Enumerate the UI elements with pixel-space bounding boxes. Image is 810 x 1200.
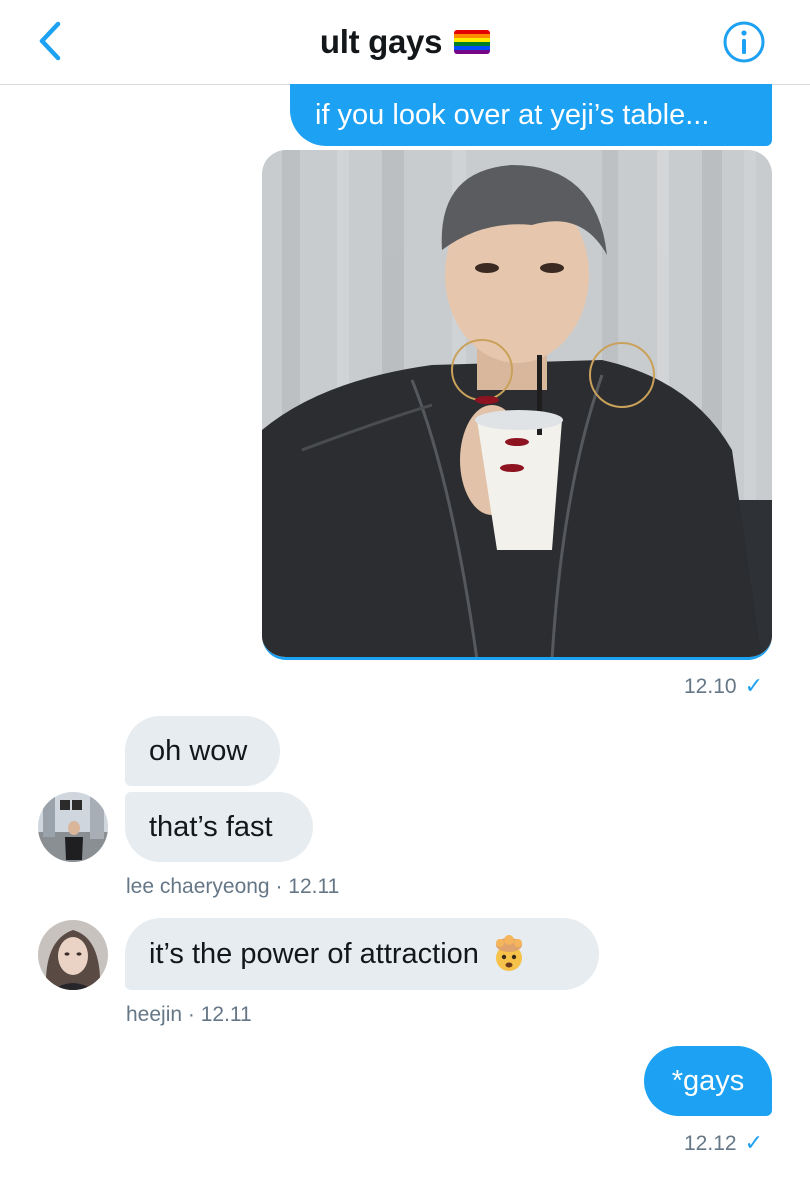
title-area: ult gays [0, 0, 810, 84]
incoming-message-bubble[interactable]: oh wow [125, 716, 280, 786]
incoming-message-bubble[interactable]: that’s fast [125, 792, 313, 862]
message-text: that’s fast [149, 810, 273, 843]
incoming-message-bubble[interactable]: it’s the power of attraction [125, 918, 599, 990]
conversation-title: ult gays [319, 23, 443, 60]
message-text: if you look over at yeji’s table... [315, 98, 710, 131]
shared-photo-image [262, 150, 772, 657]
info-circle-icon [723, 21, 765, 63]
rainbow-flag-emoji [454, 30, 491, 54]
sender-line: lee chaeryeong · 12.11 [126, 875, 340, 898]
message-text: it’s the power of attraction [149, 937, 479, 970]
exploding-head-emoji [495, 935, 522, 971]
conversation-info-button[interactable] [722, 20, 766, 64]
avatar[interactable] [38, 792, 108, 862]
outgoing-message-bubble[interactable]: if you look over at yeji’s table... [290, 84, 772, 146]
avatar[interactable] [38, 920, 108, 990]
conversation-header: ult gays [0, 0, 810, 85]
checkmark-icon: ✓ [744, 673, 763, 698]
outgoing-photo-message[interactable] [262, 150, 772, 660]
message-text: *gays [671, 1064, 745, 1097]
avatar-image [38, 920, 108, 990]
avatar-image [38, 792, 108, 862]
message-timestamp: 12.10 ✓ [684, 673, 763, 698]
message-timestamp: 12.12 ✓ [684, 1130, 763, 1155]
message-text: oh wow [149, 734, 248, 767]
sender-line: heejin · 12.11 [126, 1003, 252, 1026]
flag-stripe [454, 50, 491, 54]
checkmark-icon: ✓ [744, 1130, 763, 1155]
outgoing-message-bubble[interactable]: *gays [644, 1046, 772, 1116]
